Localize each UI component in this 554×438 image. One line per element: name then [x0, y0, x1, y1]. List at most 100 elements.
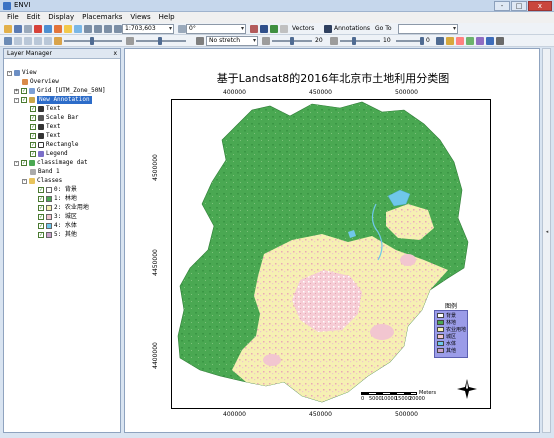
fixed-zoom-in-icon[interactable] [104, 25, 112, 33]
layer-manager-close-button[interactable]: x [113, 50, 117, 57]
tree-node-text[interactable]: ✓ Text [30, 105, 60, 113]
tree-node-class-background[interactable]: ✓ 0: 背景 [38, 186, 77, 194]
menu-edit[interactable]: Edit [23, 12, 45, 23]
crosshair-icon[interactable] [260, 25, 268, 33]
brightness-icon[interactable] [54, 37, 62, 45]
menu-views[interactable]: Views [126, 12, 154, 23]
maximize-button[interactable]: □ [511, 1, 527, 11]
transparency-slider[interactable] [340, 40, 380, 42]
class-checkbox[interactable]: ✓ [38, 214, 44, 220]
stretch-select[interactable]: No stretch [206, 36, 258, 46]
tree-node-band[interactable]: Band 1 [30, 168, 60, 176]
color-table-icon[interactable] [456, 37, 464, 45]
transparency-slider-knob[interactable] [352, 37, 356, 45]
collapse-icon[interactable]: - [14, 160, 19, 166]
histogram-icon[interactable] [466, 37, 474, 45]
tree-node-class-water[interactable]: ✓ 4: 水体 [38, 222, 77, 230]
tree-node-class-other[interactable]: ✓ 5: 其他 [38, 231, 77, 239]
cursor-value-icon[interactable] [496, 37, 504, 45]
scale-bar-checkbox[interactable]: ✓ [30, 115, 36, 121]
collapse-icon[interactable]: - [7, 70, 12, 76]
brightness-slider-knob[interactable] [90, 37, 94, 45]
chip-icon[interactable] [44, 37, 52, 45]
contrast-slider-knob[interactable] [158, 37, 162, 45]
annotations-dropdown[interactable]: Annotations [334, 25, 370, 32]
contrast-icon[interactable] [126, 37, 134, 45]
vector-edit-icon[interactable] [270, 25, 278, 33]
menu-file[interactable]: File [3, 12, 23, 23]
rectangle-checkbox[interactable]: ✓ [30, 142, 36, 148]
save-icon[interactable] [14, 25, 22, 33]
tree-node-class-urban[interactable]: ✓ 3: 城区 [38, 213, 77, 221]
select-icon[interactable] [250, 25, 258, 33]
tree-node-text[interactable]: ✓ Text [30, 123, 60, 131]
text-checkbox[interactable]: ✓ [30, 133, 36, 139]
menu-display[interactable]: Display [44, 12, 78, 23]
swipe-icon[interactable] [34, 37, 42, 45]
tree-node-new-annotation[interactable]: - ✓ New Annotation [14, 96, 92, 104]
highlight-icon[interactable] [446, 37, 454, 45]
tree-node-classes[interactable]: - Classes [22, 177, 62, 185]
tree-node-legend[interactable]: ✓ Legend [30, 150, 68, 158]
tree-node-classimage[interactable]: - ✓ classimage dat [14, 159, 88, 167]
legend-checkbox[interactable]: ✓ [30, 151, 36, 157]
scroll-arrow-icon[interactable]: ◂ [544, 229, 550, 235]
collapse-icon[interactable]: - [14, 97, 19, 103]
goto-input[interactable] [398, 24, 458, 34]
profile-icon[interactable] [476, 37, 484, 45]
tree-node-view[interactable]: - View [7, 69, 36, 77]
tree-node-scale-bar[interactable]: ✓ Scale Bar [30, 114, 79, 122]
expand-icon[interactable]: + [14, 88, 19, 94]
tree-node-text[interactable]: ✓ Text [30, 132, 60, 140]
text-checkbox[interactable]: ✓ [30, 124, 36, 130]
tree-node-grid[interactable]: + ✓ Grid [UTM_Zone_50N] [14, 87, 106, 95]
class-checkbox[interactable]: ✓ [38, 223, 44, 229]
close-button[interactable]: x [528, 1, 552, 11]
sharpen-icon[interactable] [262, 37, 270, 45]
open-folder-icon[interactable] [4, 25, 12, 33]
vertical-scrollbar[interactable]: ◂ [542, 48, 551, 433]
annotation-checkbox[interactable]: ✓ [21, 97, 27, 103]
tree-node-class-forest[interactable]: ✓ 1: 林地 [38, 195, 77, 203]
layer-visible-icon[interactable] [436, 37, 444, 45]
fixed-zoom-out-icon[interactable] [114, 25, 122, 33]
text-checkbox[interactable]: ✓ [30, 106, 36, 112]
classimage-checkbox[interactable]: ✓ [21, 160, 27, 166]
spectral-icon[interactable] [486, 37, 494, 45]
print-icon[interactable] [24, 25, 32, 33]
zoom-out-icon[interactable] [94, 25, 102, 33]
pan-icon[interactable] [64, 25, 72, 33]
class-checkbox[interactable]: ✓ [38, 205, 44, 211]
blend-icon[interactable] [14, 37, 22, 45]
opacity-slider-knob[interactable] [420, 37, 424, 45]
flicker-icon[interactable] [24, 37, 32, 45]
rotate-icon[interactable] [74, 25, 82, 33]
placemark-icon[interactable] [34, 25, 42, 33]
zoom-select[interactable]: 1:703,603 [122, 24, 174, 34]
rotate-view-icon[interactable] [178, 25, 186, 33]
class-checkbox[interactable]: ✓ [38, 187, 44, 193]
data-manager-icon[interactable] [44, 25, 52, 33]
tree-node-overview[interactable]: Overview [22, 78, 59, 86]
layer-icon[interactable] [54, 25, 62, 33]
tree-node-rectangle[interactable]: ✓ Rectangle [30, 141, 79, 149]
stretch-icon[interactable] [196, 37, 204, 45]
zoom-in-icon[interactable] [84, 25, 92, 33]
vectors-dropdown[interactable]: Vectors [292, 25, 314, 32]
tree-node-class-agriculture[interactable]: ✓ 2: 农业用地 [38, 204, 89, 212]
annotation-text-icon[interactable] [324, 25, 332, 33]
class-checkbox[interactable]: ✓ [38, 196, 44, 202]
map-view[interactable]: 基于Landsat8的2016年北京市土地利用分类图 400000 450000… [124, 48, 540, 433]
collapse-icon[interactable]: - [22, 178, 27, 184]
opacity-slider[interactable] [396, 40, 422, 42]
class-checkbox[interactable]: ✓ [38, 232, 44, 238]
portal-icon[interactable] [4, 37, 12, 45]
sharpen-slider-knob[interactable] [290, 37, 294, 45]
grid-checkbox[interactable]: ✓ [21, 88, 27, 94]
minimize-button[interactable]: - [494, 1, 510, 11]
transparency-icon[interactable] [330, 37, 338, 45]
menu-placemarks[interactable]: Placemarks [78, 12, 126, 23]
rotation-select[interactable]: 0° [186, 24, 246, 34]
menu-help[interactable]: Help [155, 12, 179, 23]
vector-create-icon[interactable] [280, 25, 288, 33]
